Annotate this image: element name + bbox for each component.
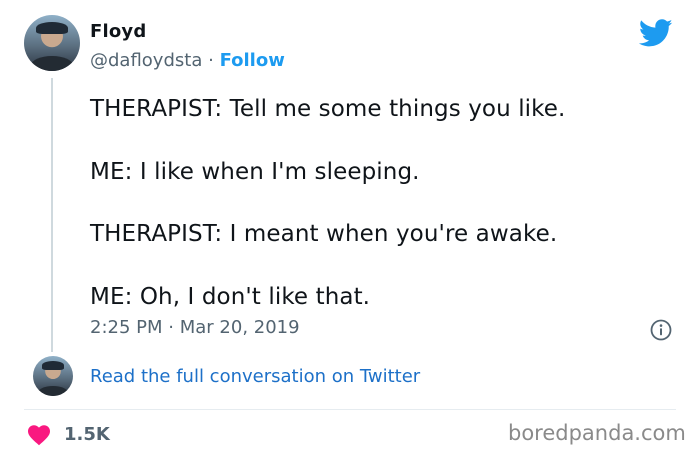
like-count[interactable]: 1.5K (64, 424, 110, 445)
tweet-timestamp[interactable]: 2:25 PM · Mar 20, 2019 (90, 317, 300, 338)
thread-line (51, 78, 53, 352)
tweet-text-line: ME: Oh, I don't like that. (90, 284, 371, 310)
avatar-shirt (37, 385, 69, 396)
tweet-text-line: THERAPIST: I meant when you're awake. (90, 221, 558, 247)
tweet-time: 2:25 PM (90, 317, 163, 338)
conversation-avatar (33, 356, 73, 396)
timestamp-separator: · (168, 317, 174, 338)
watermark: boredpanda.com (508, 421, 686, 445)
tweet-text-line: THERAPIST: Tell me some things you like. (90, 96, 566, 122)
follow-button[interactable]: Follow (220, 50, 285, 71)
avatar-cap (36, 21, 68, 35)
avatar-shirt (30, 56, 74, 71)
avatar-cap (41, 360, 65, 370)
author-avatar[interactable] (24, 15, 80, 71)
tweet-text-line: ME: I like when I'm sleeping. (90, 159, 420, 185)
footer-divider (24, 409, 676, 410)
author-handle[interactable]: @dafloydsta (90, 50, 202, 71)
author-handle-row: @dafloydsta · Follow (90, 50, 285, 71)
tweet-date: Mar 20, 2019 (179, 317, 300, 338)
author-name[interactable]: Floyd (90, 21, 146, 42)
heart-icon[interactable] (27, 424, 51, 446)
read-conversation-link[interactable]: Read the full conversation on Twitter (90, 366, 420, 387)
handle-separator: · (208, 50, 214, 71)
twitter-bird-icon[interactable] (636, 16, 676, 50)
info-icon[interactable] (650, 319, 672, 341)
